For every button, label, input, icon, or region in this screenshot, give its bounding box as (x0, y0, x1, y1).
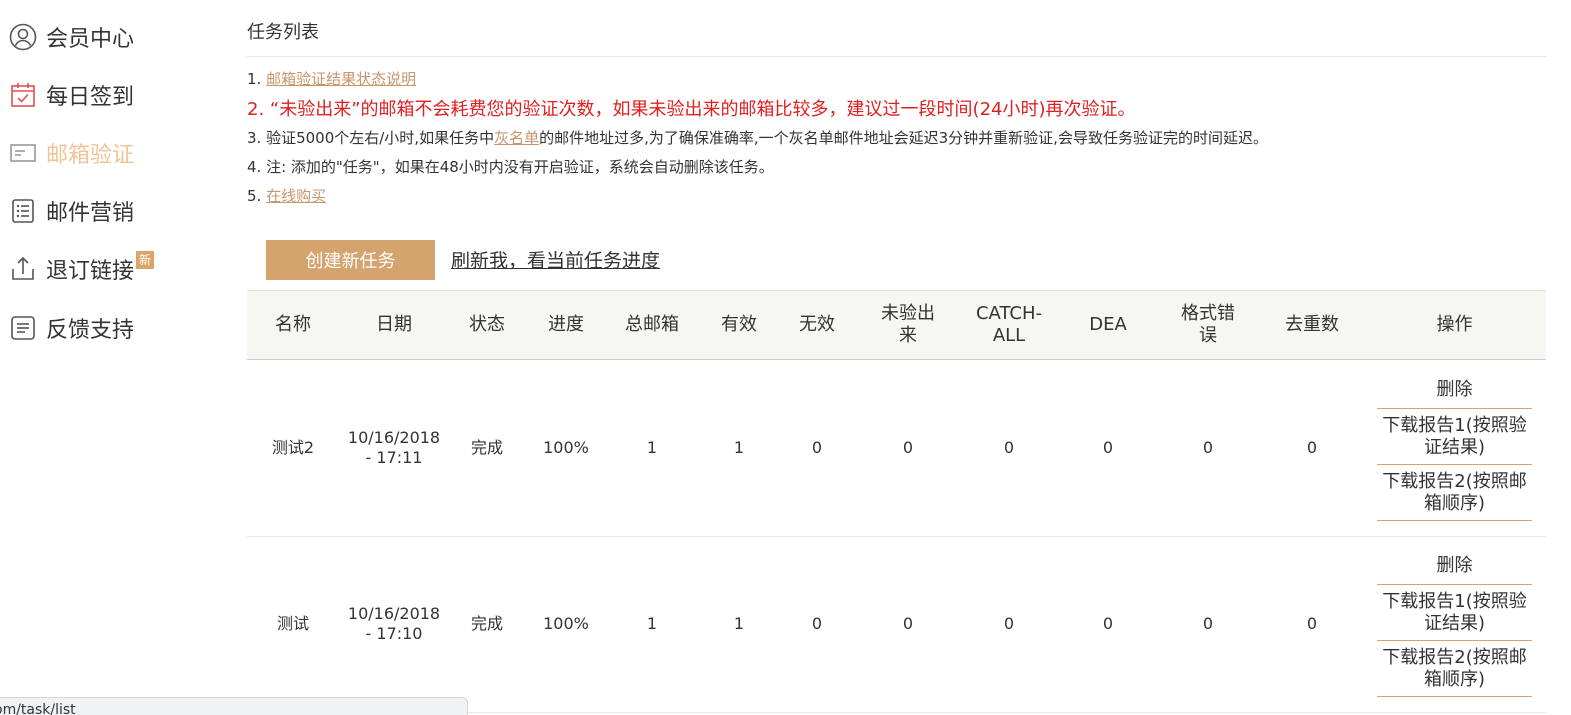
cell-unverified: 0 (902, 438, 914, 457)
note-1: 1. 邮箱验证结果状态说明 (247, 68, 416, 89)
note-3-prefix: 3. 验证5000个左右/小时,如果任务中 (247, 129, 495, 147)
cell-valid: 1 (733, 614, 745, 633)
cell-format-error: 0 (1202, 614, 1214, 633)
cell-date: 10/16/2018 - 17:10 (347, 604, 441, 643)
th-total: 总邮箱 (625, 314, 679, 335)
cell-status: 完成 (470, 614, 503, 633)
cell-dedup: 0 (1306, 614, 1318, 633)
cell-catch-all: 0 (1003, 438, 1015, 457)
sidebar-item-label: 邮件营销 (46, 201, 135, 226)
sidebar-item-label: 反馈支持 (46, 318, 135, 343)
sidebar-item-unsubscribe-link[interactable]: 退订链接 新 (8, 249, 155, 289)
th-progress: 进度 (548, 314, 584, 335)
delete-button[interactable]: 删除 (1377, 372, 1532, 409)
th-dea: DEA (1089, 314, 1127, 335)
cell-invalid: 0 (811, 438, 823, 457)
title-divider (247, 56, 1546, 57)
page-title: 任务列表 (247, 22, 319, 43)
cell-name: 测试 (276, 614, 309, 633)
upload-icon (8, 254, 38, 284)
cell-valid: 1 (733, 438, 745, 457)
cell-date: 10/16/2018 - 17:11 (347, 428, 441, 467)
list-icon (8, 196, 38, 226)
cell-progress: 100% (543, 438, 589, 457)
sidebar-item-member-center[interactable]: 会员中心 (8, 17, 134, 57)
th-invalid: 无效 (799, 314, 835, 335)
sidebar-item-daily-checkin[interactable]: 每日签到 (8, 75, 134, 115)
cell-dedup: 0 (1306, 438, 1318, 457)
th-catch-all: CATCH-ALL (975, 303, 1043, 346)
th-actions: 操作 (1436, 314, 1473, 335)
email-card-icon (8, 138, 38, 168)
cell-invalid: 0 (811, 614, 823, 633)
feedback-icon (8, 313, 38, 343)
cell-total: 1 (646, 614, 658, 633)
note-2-warning: 2. “未验出来”的邮箱不会耗费您的验证次数，如果未验出来的邮箱比较多，建议过一… (247, 99, 1136, 120)
download-report-1-button[interactable]: 下载报告1(按照验证结果) (1377, 585, 1532, 641)
delete-button[interactable]: 删除 (1377, 548, 1532, 585)
th-date: 日期 (376, 314, 412, 335)
cell-dea: 0 (1102, 614, 1114, 633)
sidebar: 会员中心 每日签到 邮箱验证 邮件营销 退订链接 新 反馈支持 (0, 0, 200, 714)
note-5: 5. 在线购买 (247, 185, 326, 206)
cell-status: 完成 (470, 438, 503, 457)
create-task-button[interactable]: 创建新任务 (266, 240, 435, 280)
note-5-prefix: 5. (247, 187, 267, 205)
sidebar-item-label: 邮箱验证 (46, 143, 135, 168)
th-dedup: 去重数 (1285, 314, 1339, 335)
cell-dea: 0 (1102, 438, 1114, 457)
table-header: 名称 日期 状态 进度 总邮箱 有效 无效 未验出来 CATCH-ALL DEA… (247, 290, 1546, 360)
cell-catch-all: 0 (1003, 614, 1015, 633)
status-url-text: om/task/list (0, 702, 76, 715)
download-report-1-button[interactable]: 下载报告1(按照验证结果) (1377, 409, 1532, 465)
download-report-2-button[interactable]: 下载报告2(按照邮箱顺序) (1377, 465, 1532, 521)
download-report-2-button[interactable]: 下载报告2(按照邮箱顺序) (1377, 641, 1532, 697)
cell-progress: 100% (543, 614, 589, 633)
note-4: 4. 注: 添加的"任务"，如果在48小时内没有开启验证，系统会自动删除该任务。 (247, 158, 774, 176)
th-valid: 有效 (721, 314, 757, 335)
sidebar-item-email-marketing[interactable]: 邮件营销 (8, 191, 134, 231)
note-3-suffix: 的邮件地址过多,为了确保准确率,一个灰名单邮件地址会延迟3分钟并重新验证,会导致… (539, 129, 1268, 147)
row-actions: 删除 下载报告1(按照验证结果) 下载报告2(按照邮箱顺序) (1377, 548, 1532, 697)
cell-total: 1 (646, 438, 658, 457)
table-row: 测试 10/16/2018 - 17:10 完成 100% 1 1 0 0 0 … (247, 536, 1546, 713)
table-row: 测试2 10/16/2018 - 17:11 完成 100% 1 1 0 0 0… (247, 360, 1546, 537)
cell-unverified: 0 (902, 614, 914, 633)
sidebar-item-label: 每日签到 (46, 85, 135, 110)
th-name: 名称 (275, 314, 311, 335)
th-status: 状态 (469, 314, 505, 335)
note-1-prefix: 1. (247, 70, 267, 88)
sidebar-item-email-verify[interactable]: 邮箱验证 (8, 133, 134, 173)
sidebar-item-label: 会员中心 (46, 27, 135, 52)
user-circle-icon (8, 22, 38, 52)
status-url-tooltip: om/task/list (0, 697, 468, 715)
refresh-progress-link[interactable]: 刷新我，看当前任务进度 (451, 246, 660, 273)
cell-name: 测试2 (271, 438, 315, 457)
cell-format-error: 0 (1202, 438, 1214, 457)
new-badge: 新 (136, 251, 155, 269)
sidebar-item-feedback[interactable]: 反馈支持 (8, 308, 134, 348)
online-purchase-link[interactable]: 在线购买 (266, 187, 326, 205)
note-3: 3. 验证5000个左右/小时,如果任务中灰名单的邮件地址过多,为了确保准确率,… (247, 127, 1268, 148)
sidebar-item-label: 退订链接 (46, 259, 135, 284)
graylist-link[interactable]: 灰名单 (494, 129, 539, 147)
th-unverified: 未验出来 (881, 303, 935, 346)
status-explanation-link[interactable]: 邮箱验证结果状态说明 (266, 70, 416, 88)
th-format-error: 格式错误 (1181, 303, 1235, 346)
row-actions: 删除 下载报告1(按照验证结果) 下载报告2(按照邮箱顺序) (1377, 372, 1532, 521)
calendar-check-icon (8, 80, 38, 110)
